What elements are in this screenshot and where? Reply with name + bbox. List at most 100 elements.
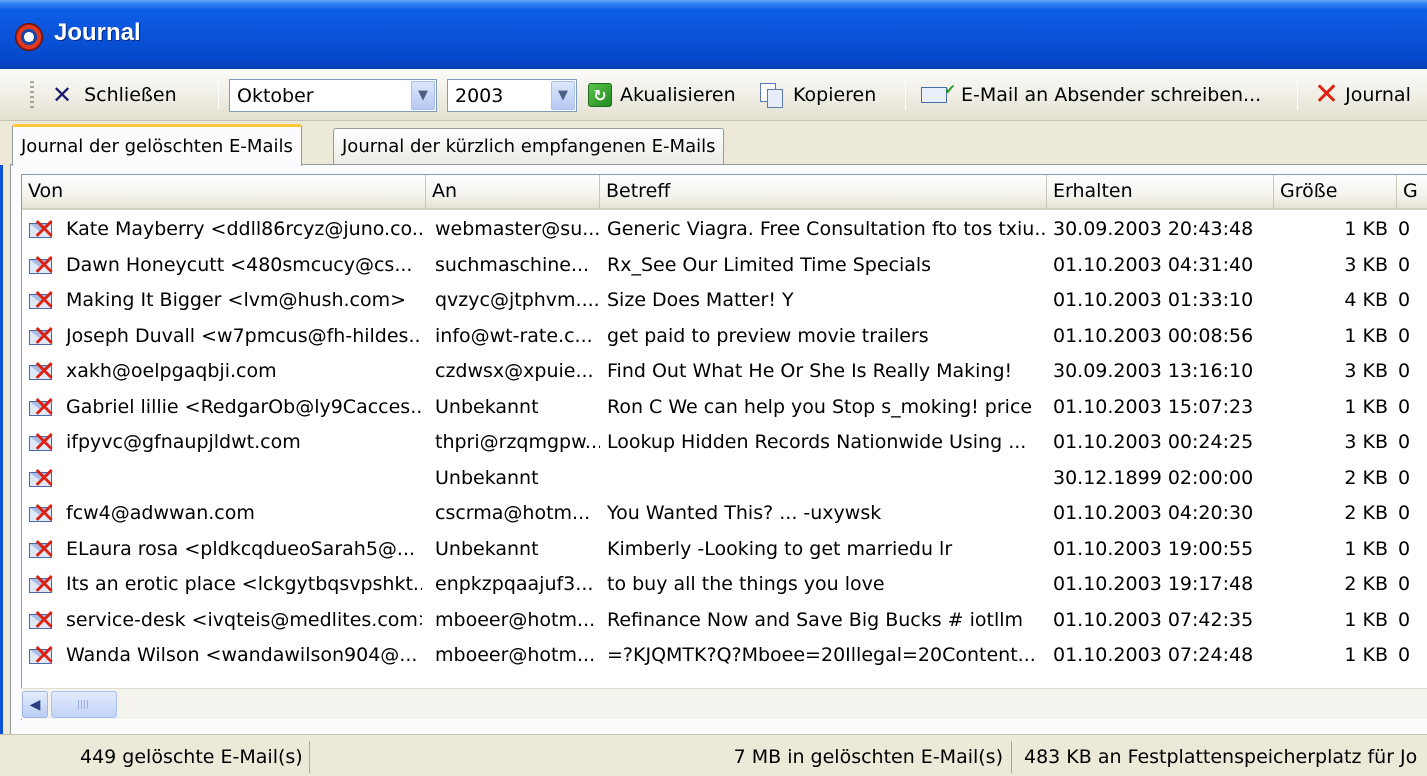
chevron-down-icon[interactable]: ▼ xyxy=(411,81,435,110)
cell-extra: 0 xyxy=(1398,537,1411,560)
tab-deleted-mails[interactable]: Journal der gelöschten E-Mails xyxy=(12,124,302,166)
journal-delete-button[interactable]: ✕ Journal xyxy=(1314,78,1411,112)
scrollbar-thumb[interactable] xyxy=(51,691,117,718)
cell-extra: 0 xyxy=(1398,466,1411,489)
deleted-mail-icon: ✕ xyxy=(29,641,56,670)
deleted-mail-icon: ✕ xyxy=(29,321,56,350)
cell-size: 1 KB xyxy=(1344,608,1388,631)
table-row[interactable]: ✕ ifpyvc@gfnaupjldwt.com thpri@rzqmgpw... L… xyxy=(22,425,1427,460)
chevron-down-icon[interactable]: ▼ xyxy=(551,81,575,110)
cell-from: ELaura rosa <pldkcqdueoSarah5@... xyxy=(66,537,416,560)
cell-extra: 0 xyxy=(1398,253,1411,276)
cell-to: qvzyc@jtphvm.... xyxy=(435,289,600,311)
copy-button-label: Kopieren xyxy=(793,84,877,106)
table-row[interactable]: ✕ Making It Bigger <lvm@hush.com> qvzyc@jt… xyxy=(22,283,1427,318)
cell-received: 30.09.2003 20:43:48 xyxy=(1053,218,1254,240)
cell-extra: 0 xyxy=(1398,608,1411,631)
cell-extra: 0 xyxy=(1398,644,1411,666)
cell-extra: 0 xyxy=(1398,218,1411,240)
year-value: 2003 xyxy=(455,84,504,107)
cell-size: 1 KB xyxy=(1344,324,1388,347)
cell-subject: Size Does Matter! Y xyxy=(607,289,794,311)
cell-size: 1 KB xyxy=(1344,395,1388,418)
table-row[interactable]: ✕ ELaura rosa <pldkcqdueoSarah5@... Unbeka… xyxy=(22,532,1427,567)
horizontal-scrollbar[interactable]: ◀ xyxy=(21,688,1427,719)
refresh-button[interactable]: ↻ Akualisieren xyxy=(588,78,736,112)
deleted-mail-icon: ✕ xyxy=(29,286,56,315)
column-header-to[interactable]: An xyxy=(426,175,600,208)
cell-extra: 0 xyxy=(1398,431,1411,453)
window-frame xyxy=(0,69,3,776)
table-row[interactable]: ✕ Dawn Honeycutt <480smcucy@cs... suchmasc… xyxy=(22,248,1427,283)
column-header-size[interactable]: Größe xyxy=(1274,175,1397,208)
cell-to: enpkzpqaajuf3... xyxy=(435,573,594,595)
cell-subject: get paid to preview movie trailers xyxy=(607,324,929,347)
cell-extra: 0 xyxy=(1398,573,1411,595)
table-row[interactable]: ✕ fcw4@adwwan.com cscrma@hotm... You Wanted… xyxy=(22,496,1427,531)
cell-to: mboeer@hotm... xyxy=(435,608,596,631)
toolbar-grip[interactable] xyxy=(30,81,34,109)
copy-button[interactable]: Kopieren xyxy=(759,78,876,112)
deleted-mail-icon: ✕ xyxy=(29,428,56,457)
cell-from: Dawn Honeycutt <480smcucy@cs... xyxy=(66,253,413,276)
deleted-mail-icon: ✕ xyxy=(29,463,56,492)
cell-size: 1 KB xyxy=(1344,644,1388,666)
toolbar-separator xyxy=(905,80,906,110)
cell-subject xyxy=(607,461,1047,496)
cell-received: 01.10.2003 07:42:35 xyxy=(1053,608,1254,631)
cell-subject: You Wanted This? ... -uxywsk xyxy=(607,502,882,524)
cell-size: 3 KB xyxy=(1344,431,1388,453)
scroll-left-icon[interactable]: ◀ xyxy=(22,691,48,718)
status-disk-usage: 483 KB an Festplattenspeicherplatz für J… xyxy=(1024,746,1418,768)
column-header-received[interactable]: Erhalten xyxy=(1047,175,1274,208)
month-select[interactable]: Oktober ▼ xyxy=(229,79,437,112)
close-button-label: Schließen xyxy=(84,84,177,106)
table-row[interactable]: ✕ Kate Mayberry <ddll86rcyz@juno.co... web… xyxy=(22,212,1427,247)
cell-from xyxy=(66,461,422,496)
cell-from: Its an erotic place <lckgytbqsvpshkt... xyxy=(66,573,422,595)
table-row[interactable]: ✕ Joseph Duvall <w7pmcus@fh-hildes... info… xyxy=(22,319,1427,354)
journal-icon xyxy=(15,23,43,51)
table-row[interactable]: ✕ Gabriel lillie <RedgarOb@ly9Cacces... Un… xyxy=(22,390,1427,425)
table-row[interactable]: ✕ Unbekannt 30.12.1899 02:00:00 2 KB 0 xyxy=(22,461,1427,496)
cell-from: xakh@oelpgaqbji.com xyxy=(66,360,277,382)
cell-to: cscrma@hotm... xyxy=(435,502,591,524)
title-bar[interactable]: Journal xyxy=(0,0,1427,69)
cell-extra: 0 xyxy=(1398,324,1411,347)
table-row[interactable]: ✕ xakh@oelpgaqbji.com czdwsx@xpuie... Find … xyxy=(22,354,1427,389)
mail-list[interactable]: Von An Betreff Erhalten Größe G ✕ Kate Ma… xyxy=(21,174,1427,720)
cell-from: service-desk <ivqteis@medlites.com> xyxy=(66,608,422,631)
cell-to: czdwsx@xpuie... xyxy=(435,360,594,382)
column-header-extra[interactable]: G xyxy=(1397,175,1427,208)
cell-subject: to buy all the things you love xyxy=(607,573,885,595)
mail-sender-button[interactable]: E-Mail an Absender schreiben... xyxy=(921,78,1261,112)
column-header-subject[interactable]: Betreff xyxy=(600,175,1047,208)
cell-from: fcw4@adwwan.com xyxy=(66,502,255,524)
red-x-icon: ✕ xyxy=(1314,77,1340,112)
cell-received: 01.10.2003 04:31:40 xyxy=(1053,253,1254,276)
tab-strip: Journal der gelöschten E-Mails Journal d… xyxy=(0,121,1427,166)
table-row[interactable]: ✕ Its an erotic place <lckgytbqsvpshkt...… xyxy=(22,567,1427,602)
cell-subject: Kimberly -Looking to get marriedu lr xyxy=(607,537,953,560)
copy-icon xyxy=(759,82,783,108)
close-button[interactable]: ✕ Schließen xyxy=(52,78,177,112)
cell-to: Unbekannt xyxy=(435,395,539,418)
table-row[interactable]: ✕ Wanda Wilson <wandawilson904@... mboeer@… xyxy=(22,638,1427,673)
cell-to: webmaster@su... xyxy=(435,218,600,240)
tab-received-mails[interactable]: Journal der kürzlich empfangenen E-Mails xyxy=(333,128,725,164)
cell-received: 01.10.2003 04:20:30 xyxy=(1053,502,1254,524)
cell-extra: 0 xyxy=(1398,289,1411,311)
deleted-mail-icon: ✕ xyxy=(29,570,56,599)
journal-delete-button-label: Journal xyxy=(1345,84,1411,106)
cell-from: Joseph Duvall <w7pmcus@fh-hildes... xyxy=(66,324,422,347)
column-header-from[interactable]: Von xyxy=(22,175,426,208)
cell-extra: 0 xyxy=(1398,360,1411,382)
cell-subject: Rx_See Our Limited Time Specials xyxy=(607,253,932,276)
deleted-mail-icon: ✕ xyxy=(29,392,56,421)
year-select[interactable]: 2003 ▼ xyxy=(447,79,577,112)
cell-received: 01.10.2003 19:17:48 xyxy=(1053,573,1254,595)
cell-size: 2 KB xyxy=(1344,573,1388,595)
table-row[interactable]: ✕ service-desk <ivqteis@medlites.com> mboe… xyxy=(22,603,1427,638)
cell-from: Wanda Wilson <wandawilson904@... xyxy=(66,644,418,666)
deleted-mail-icon: ✕ xyxy=(29,605,56,634)
